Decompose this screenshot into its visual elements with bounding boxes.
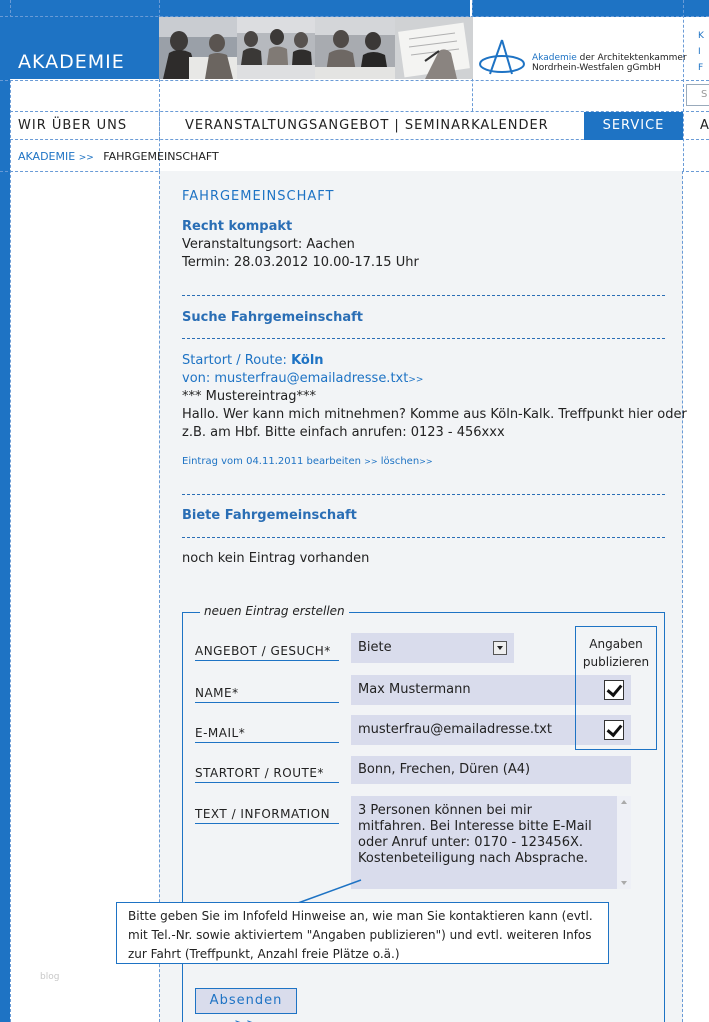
guide-line [10, 0, 11, 1022]
type-label: ANGEBOT / GESUCH* [195, 644, 339, 661]
akademie-logo[interactable]: AKADEMIE [10, 17, 159, 79]
email-label: E-MAIL* [195, 726, 339, 743]
nav-item-service[interactable]: SERVICE [584, 112, 683, 140]
top-link[interactable]: K [698, 28, 704, 44]
route-field[interactable]: Bonn, Frechen, Düren (A4) [351, 756, 631, 784]
entry-text-line: z.B. am Hbf. Bitte einfach anrufen: 0123… [182, 425, 505, 440]
guide-line [683, 0, 684, 171]
section-divider [182, 295, 665, 296]
text-label: TEXT / INFORMATION [195, 807, 339, 824]
section-divider [182, 338, 665, 339]
entry-delete-link[interactable]: löschen [381, 456, 419, 467]
entry-edit-link[interactable]: Eintrag vom 04.11.2011 bearbeiten [182, 456, 361, 467]
publish-name-checkbox[interactable] [604, 680, 624, 700]
offer-heading: Biete Fahrgemeinschaft [182, 508, 357, 523]
event-name[interactable]: Recht kompakt [182, 219, 292, 234]
blog-watermark: blog [40, 972, 60, 982]
textarea-scrollbar[interactable] [617, 796, 631, 889]
breadcrumb-home[interactable]: AKADEMIE [18, 150, 75, 163]
hint-box: Bitte geben Sie im Infofeld Hinweise an,… [116, 902, 609, 964]
nav-item-about[interactable]: WIR ÜBER UNS [18, 112, 127, 140]
event-date: Termin: 28.03.2012 10.00-17.15 Uhr [182, 255, 419, 270]
entry-route-value: Köln [291, 353, 324, 368]
header-photo [315, 17, 395, 79]
route-label: STARTORT / ROUTE* [195, 766, 339, 783]
main-nav: WIR ÜBER UNS VERANSTALTUNGSANGEBOT | SEM… [10, 111, 709, 140]
breadcrumb: AKADEMIE >> FAHRGEMEINSCHAFT [18, 150, 219, 163]
entry-text-line: Hallo. Wer kann mich mitnehmen? Komme au… [182, 407, 687, 422]
publish-email-checkbox[interactable] [604, 720, 624, 740]
brand-logo[interactable]: Akademie der Architektenkammer Nordrhein… [476, 38, 687, 78]
brand-mark-icon [479, 39, 525, 75]
scroll-down-icon[interactable] [621, 881, 627, 885]
entry-from[interactable]: von: musterfrau@emailadresse.txt>> [182, 371, 423, 386]
entry-route: Startort / Route: Köln [182, 353, 324, 368]
page-frame: AKADEMIE Akademie der Architektenkammer … [0, 0, 709, 1022]
guide-line [0, 80, 709, 81]
nav-item-events[interactable]: VERANSTALTUNGSANGEBOT | SEMINARKALENDER [185, 112, 549, 140]
scroll-up-icon[interactable] [621, 800, 627, 804]
header-photo [237, 17, 315, 79]
info-textarea[interactable]: 3 Personen können bei mir mitfahren. Bei… [351, 796, 631, 889]
top-link[interactable]: I [698, 44, 704, 60]
header-photo [395, 17, 473, 79]
submit-button[interactable]: Absenden >> [195, 988, 297, 1022]
search-input[interactable]: S [686, 84, 709, 106]
section-divider [182, 494, 665, 495]
fieldset-legend: neuen Eintrag erstellen [200, 604, 349, 618]
breadcrumb-current: FAHRGEMEINSCHAFT [103, 150, 219, 163]
dropdown-arrow-icon[interactable] [493, 641, 507, 655]
logo-text: AKADEMIE [18, 51, 125, 73]
header-photo [159, 17, 237, 79]
top-link[interactable]: F [698, 60, 704, 76]
left-accent-bar [0, 0, 10, 1022]
entry-sample-label: *** Mustereintrag*** [182, 389, 317, 404]
section-divider [182, 537, 665, 538]
nav-divider [159, 112, 160, 140]
entry-meta: Eintrag vom 04.11.2011 bearbeiten >> lös… [182, 456, 433, 467]
top-right-links: K I F [698, 28, 704, 76]
type-select-value: Biete [358, 640, 392, 655]
type-select[interactable]: Biete [351, 633, 514, 663]
publish-label: Angaben publizieren [582, 637, 650, 669]
name-label: NAME* [195, 686, 339, 703]
breadcrumb-arrow: >> [78, 153, 94, 163]
brand-name: Akademie der Architektenkammer [532, 53, 687, 63]
search-heading: Suche Fahrgemeinschaft [182, 310, 364, 325]
brand-subtitle: Nordrhein-Westfalen gGmbH [532, 63, 661, 73]
nav-item-more[interactable]: A [700, 112, 709, 140]
offer-empty-text: noch kein Eintrag vorhanden [182, 551, 370, 566]
event-location: Veranstaltungsort: Aachen [182, 237, 355, 252]
top-accent-bar [10, 0, 709, 17]
page-title: FAHRGEMEINSCHAFT [182, 189, 335, 204]
